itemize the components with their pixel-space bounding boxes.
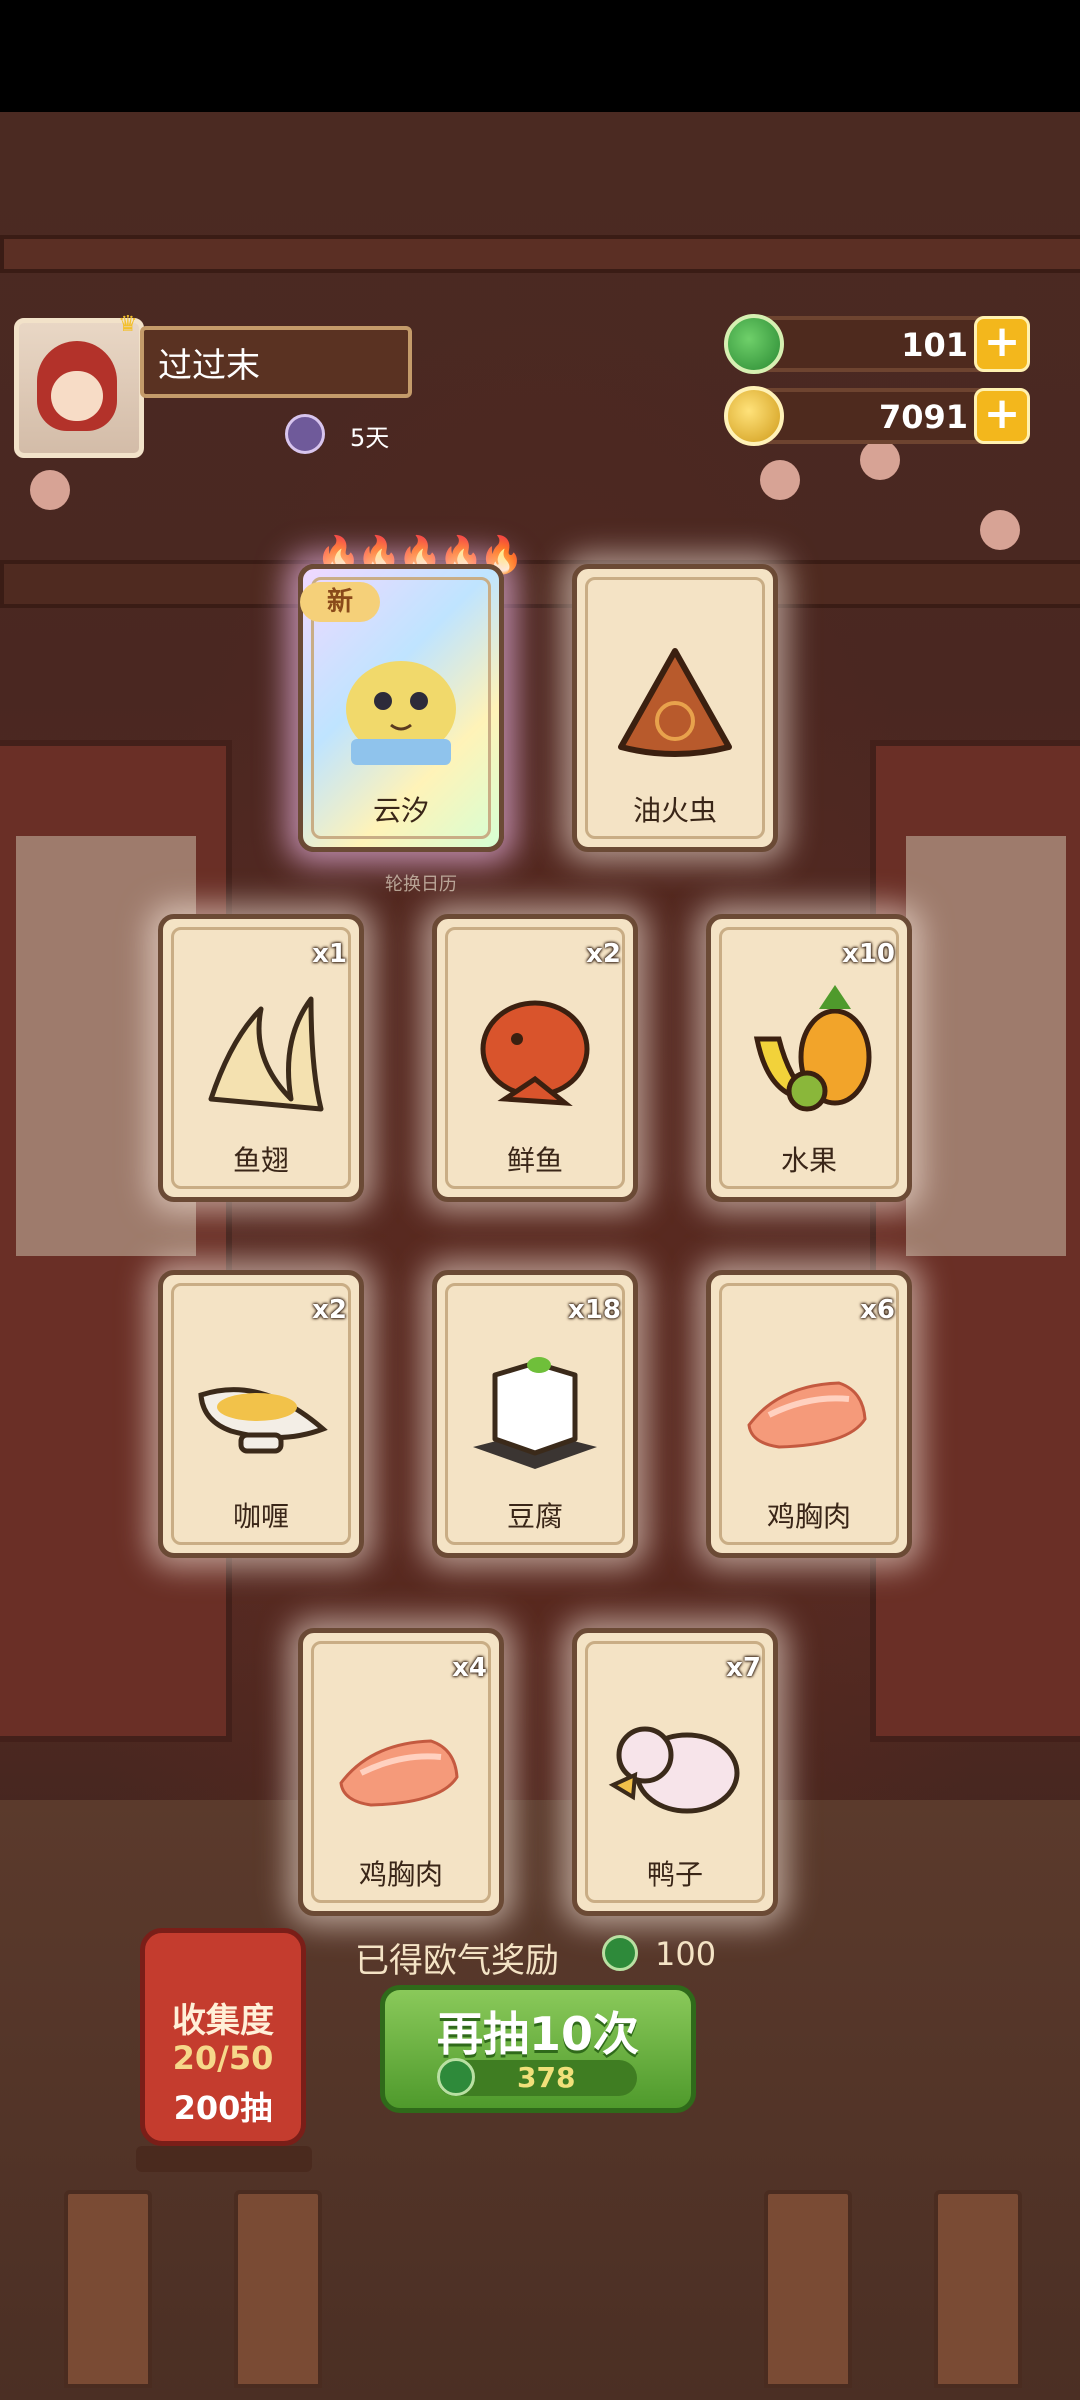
add-gold-button[interactable]: +: [974, 388, 1030, 444]
blossom-decoration: [980, 510, 1020, 550]
chicken-breast-icon: [331, 1693, 471, 1833]
blossom-decoration: [760, 460, 800, 500]
card-fresh-fish[interactable]: x2 鲜鱼: [432, 914, 638, 1202]
card-label: 鸡胸肉: [766, 1500, 851, 1533]
gold-amount: 7091: [878, 398, 968, 436]
add-jade-button[interactable]: +: [974, 316, 1030, 372]
collection-draws: 200抽: [173, 2089, 273, 2127]
jade-coin-icon: [602, 1935, 638, 1971]
card-count: x18: [568, 1295, 621, 1325]
card-count: x2: [586, 939, 621, 969]
draw-again-button[interactable]: 再抽10次 378: [380, 1985, 696, 2113]
avatar[interactable]: [14, 318, 144, 458]
luck-reward-label: 已得欧气奖励: [355, 1941, 559, 1981]
card-label: 豆腐: [506, 1500, 563, 1533]
rotation-calendar-label[interactable]: 轮换日历: [385, 870, 457, 896]
card-label: 鱼翅: [232, 1144, 289, 1177]
jade-coin-icon: [724, 314, 784, 374]
tofu-icon: [465, 1335, 605, 1475]
card-count: x7: [726, 1653, 761, 1683]
card-count: x1: [312, 939, 347, 969]
card-count: x10: [842, 939, 895, 969]
card-label: 鸡胸肉: [358, 1858, 443, 1891]
card-count: x6: [860, 1295, 895, 1325]
card-label: 鸭子: [646, 1858, 703, 1891]
chicken-breast-icon: [739, 1335, 879, 1475]
railing-post: [934, 2190, 1022, 2388]
roof-beam: [0, 235, 1080, 273]
card-label: 咖喱: [232, 1500, 289, 1533]
duck-icon: [605, 1693, 745, 1833]
card-count: x2: [312, 1295, 347, 1325]
collection-progress-lantern[interactable]: 收集度 20/50 200抽: [140, 1928, 306, 2146]
curry-icon: [191, 1335, 331, 1475]
companion-icon: [285, 414, 325, 454]
card-label: 水果: [780, 1144, 837, 1177]
new-badge: 新: [300, 582, 380, 622]
card-curry[interactable]: x2 咖喱: [158, 1270, 364, 1558]
draw-again-label: 再抽10次: [436, 2007, 639, 2061]
card-shark-fin[interactable]: x1 鱼翅: [158, 914, 364, 1202]
status-bar: [0, 0, 1080, 112]
lantern-stand: [136, 2146, 312, 2172]
card-count: x4: [452, 1653, 487, 1683]
crown-icon: ♛: [118, 312, 138, 337]
card-label: 鲜鱼: [506, 1144, 563, 1177]
card-chicken-breast[interactable]: x6 鸡胸肉: [706, 1270, 912, 1558]
railing-post: [234, 2190, 322, 2388]
shark-fin-icon: [191, 979, 331, 1119]
days-count: 5天: [350, 424, 390, 452]
luck-reward-value: 100: [655, 1935, 717, 1973]
collection-title: 收集度: [172, 2001, 274, 2041]
player-name[interactable]: 过过末: [140, 326, 412, 398]
draw-cost: 378: [517, 2061, 576, 2094]
blossom-decoration: [30, 470, 70, 510]
card-tofu[interactable]: x18 豆腐: [432, 1270, 638, 1558]
jade-amount: 101: [901, 326, 968, 364]
collection-progress: 20/50: [172, 2039, 274, 2077]
jade-coin-icon: [437, 2058, 475, 2096]
gold-coin-icon: [724, 386, 784, 446]
card-fruit[interactable]: x10 水果: [706, 914, 912, 1202]
avatar-face: [51, 371, 103, 421]
railing-post: [764, 2190, 852, 2388]
blossom-decoration: [860, 440, 900, 480]
card-label: 油火虫: [632, 794, 717, 827]
jade-currency-bar: 101 +: [724, 314, 1030, 374]
right-lattice-door: [870, 740, 1080, 1742]
roof-beam: [0, 560, 1080, 608]
gold-currency-bar: 7091 +: [724, 386, 1030, 446]
oil-bug-icon: [605, 629, 745, 769]
card-chicken-breast[interactable]: x4 鸡胸肉: [298, 1628, 504, 1916]
pet-character-icon: [331, 629, 471, 769]
card-oil-bug[interactable]: 油火虫: [572, 564, 778, 852]
card-label: 云汐: [372, 794, 429, 827]
fish-icon: [465, 979, 605, 1119]
card-duck[interactable]: x7 鸭子: [572, 1628, 778, 1916]
railing-post: [64, 2190, 152, 2388]
left-lattice-door: [0, 740, 232, 1742]
fruit-icon: [739, 979, 879, 1119]
